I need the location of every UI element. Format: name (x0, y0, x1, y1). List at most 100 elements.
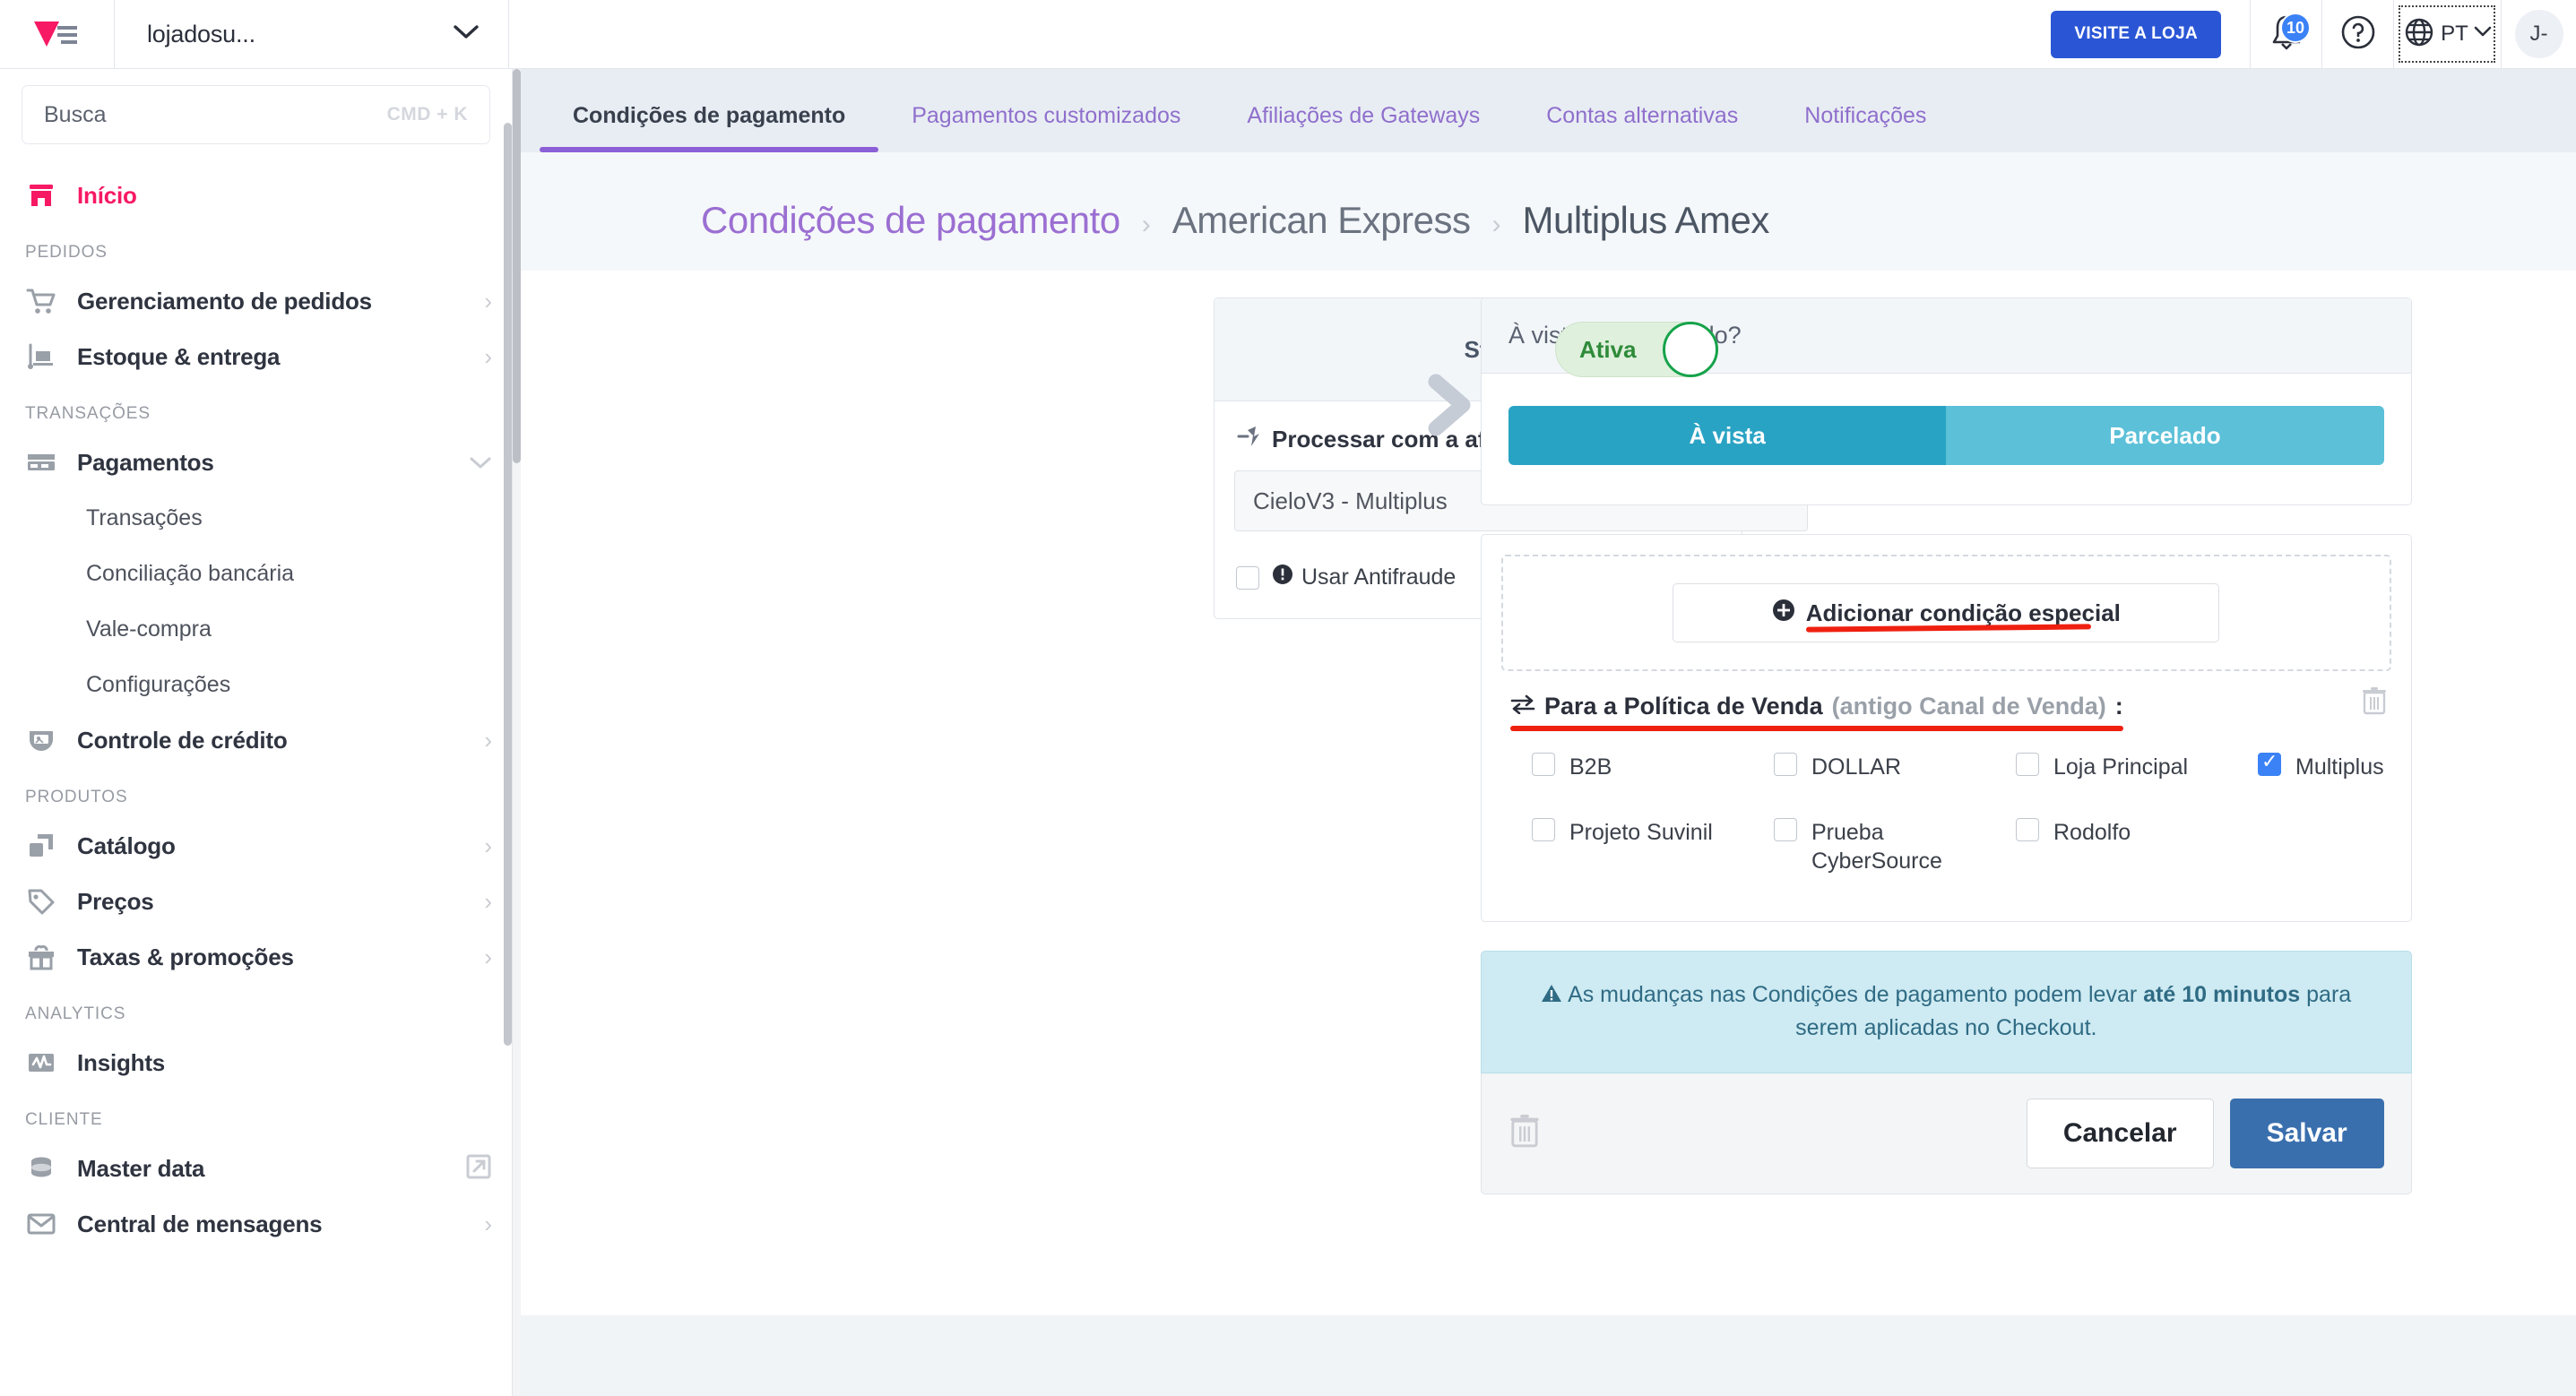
price-tag-icon (25, 885, 57, 918)
cancel-button[interactable]: Cancelar (2026, 1098, 2214, 1168)
save-button[interactable]: Salvar (2229, 1098, 2384, 1168)
avatar: J- (2514, 10, 2563, 58)
breadcrumb: Condições de pagamento › American Expres… (513, 152, 2576, 271)
add-special-condition-button[interactable]: Adicionar condição especial (1673, 583, 2220, 642)
help-button[interactable] (2321, 0, 2393, 68)
sidebar-item-label: Taxas & promoções (77, 943, 294, 970)
breadcrumb-root[interactable]: Condições de pagamento (701, 199, 1120, 242)
policy-checkbox[interactable] (1774, 817, 1797, 841)
search-input[interactable]: Busca CMD + K (22, 85, 490, 144)
sidebar-scrollbar-thumb[interactable] (504, 123, 512, 1046)
policy-delete-icon[interactable] (2361, 685, 2388, 720)
notification-count-badge: 10 (2280, 13, 2311, 43)
tab-notificacoes[interactable]: Notificações (1771, 103, 1959, 152)
sidebar-group-pedidos: PEDIDOS (25, 243, 108, 262)
alert-text-before: As mudanças nas Condições de pagamento p… (1568, 981, 2144, 1007)
content-scroll: Condições de pagamento › American Expres… (513, 152, 2576, 1315)
sidebar-item-central-de-mensagens[interactable]: Central de mensagens › (0, 1196, 512, 1252)
sidebar-subitem-vale-compra[interactable]: Vale-compra (0, 601, 512, 657)
external-link-icon[interactable] (465, 1153, 492, 1184)
policy-title: Para a Política de Venda (antigo Canal d… (1510, 693, 2123, 731)
policy-option-label: Rodolfo (2053, 819, 2131, 845)
special-condition-dashed-wrap: Adicionar condição especial (1482, 535, 2411, 671)
cart-icon (25, 285, 57, 317)
main-scrollbar[interactable] (513, 69, 521, 1396)
left-column: Status Ativa (513, 297, 1808, 619)
sidebar-item-estoque-entrega[interactable]: Estoque & entrega › (0, 329, 512, 384)
segment-a-vista[interactable]: À vista (1508, 406, 1947, 465)
arrow-column (1418, 297, 1481, 445)
brand-cell[interactable] (0, 0, 115, 68)
credit-shield-icon (25, 724, 57, 756)
chevron-right-icon: › (484, 832, 492, 859)
right-column: À vista ou parcelado? À vista Parcelado (1481, 297, 2576, 1194)
sidebar-item-inicio[interactable]: Início (0, 168, 512, 223)
sidebar-item-master-data[interactable]: Master data (0, 1141, 512, 1196)
antifraud-label-wrap: Usar Antifraude (1272, 564, 1456, 591)
policy-option-dollar: DOLLAR (1774, 753, 2016, 782)
sidebar-item-catalogo[interactable]: Catálogo › (0, 818, 512, 874)
visit-store-button[interactable]: VISITE A LOJA (2051, 10, 2221, 58)
sidebar-item-precos[interactable]: Preços › (0, 874, 512, 929)
envelope-icon (25, 1208, 57, 1240)
tab-pagamentos-customizados[interactable]: Pagamentos customizados (878, 103, 1214, 152)
chevron-right-icon (1418, 369, 1481, 445)
antifraud-checkbox[interactable] (1236, 565, 1259, 590)
policy-options-grid: B2B DOLLAR Loja Principal ✓ Multiplus Pr… (1508, 750, 2384, 876)
app-root: lojadosu... VISITE A LOJA 10 PT J- Busca… (0, 0, 2576, 1396)
plus-circle-icon (1772, 599, 1795, 628)
policy-checkbox[interactable] (1532, 753, 1555, 776)
policy-checkbox[interactable] (1532, 817, 1555, 841)
chevron-right-icon: › (484, 288, 492, 315)
policy-option-multiplus: Multiplus (2258, 750, 2384, 782)
chevron-down-icon (453, 24, 480, 45)
tab-bar: Condições de pagamento Pagamentos custom… (513, 69, 2576, 152)
sidebar-subitem-configuracoes[interactable]: Configurações (0, 657, 512, 712)
policy-checkbox[interactable] (2016, 817, 2039, 841)
footer-delete-icon[interactable] (1508, 1112, 1541, 1154)
account-menu[interactable]: J- (2501, 0, 2576, 68)
tab-contas-alternativas[interactable]: Contas alternativas (1513, 103, 1771, 152)
sidebar-subitem-transacoes[interactable]: Transações (0, 490, 512, 546)
policy-checkbox[interactable] (1774, 753, 1797, 776)
sidebar-item-label: Estoque & entrega (77, 342, 281, 370)
policy-section: Para a Política de Venda (antigo Canal d… (1482, 671, 2411, 921)
alert-and-footer: As mudanças nas Condições de pagamento p… (1481, 950, 2412, 1194)
sidebar-item-gerenciamento-de-pedidos[interactable]: Gerenciamento de pedidos › (0, 273, 512, 329)
sidebar-item-insights[interactable]: Insights (0, 1035, 512, 1090)
home-icon (25, 179, 57, 211)
status-toggle[interactable]: Ativa (1555, 322, 1718, 377)
policy-option-label: Multiplus (2295, 754, 2384, 780)
vtex-logo-icon (32, 19, 82, 49)
sidebar-item-controle-de-credito[interactable]: Controle de crédito › (0, 712, 512, 768)
special-condition-card: Adicionar condição especial Para a Polít… (1481, 534, 2412, 922)
policy-option-label: Loja Principal (2053, 754, 2189, 780)
sidebar-scrollbar[interactable] (504, 123, 512, 1396)
store-selector[interactable]: lojadosu... (115, 0, 509, 68)
segment-parcelado[interactable]: Parcelado (1946, 406, 2384, 465)
language-code: PT (2441, 22, 2468, 46)
sidebar-subitem-conciliacao-bancaria[interactable]: Conciliação bancária (0, 546, 512, 601)
sidebar-item-pagamentos[interactable]: Pagamentos (0, 435, 512, 490)
sidebar-group-transacoes: TRANSAÇÕES (25, 404, 151, 423)
sidebar-item-label: Preços (77, 887, 154, 915)
language-selector[interactable]: PT (2393, 0, 2501, 68)
main-scrollbar-thumb[interactable] (513, 69, 521, 463)
notifications-button[interactable]: 10 (2250, 0, 2321, 68)
sidebar-item-label: Controle de crédito (77, 726, 288, 754)
add-special-condition-label: Adicionar condição especial (1805, 599, 2121, 626)
policy-option-label: Projeto Suvinil (1569, 819, 1713, 845)
policy-checkbox[interactable] (2016, 753, 2039, 776)
globe-icon (2403, 16, 2435, 53)
tab-afiliacoes-de-gateways[interactable]: Afiliações de Gateways (1214, 103, 1513, 152)
status-toggle-knob (1663, 322, 1718, 377)
sidebar-item-taxas-promocoes[interactable]: Taxas & promoções › (0, 929, 512, 985)
alert-bold-text: até 10 minutos (2143, 981, 2301, 1007)
antifraud-label: Usar Antifraude (1301, 564, 1457, 590)
main-content: Condições de pagamento Pagamentos custom… (513, 69, 2576, 1396)
sidebar-item-label: Catálogo (77, 832, 176, 859)
policy-checkbox[interactable] (2258, 750, 2281, 776)
tab-condicoes-de-pagamento[interactable]: Condições de pagamento (540, 103, 879, 152)
breadcrumb-mid[interactable]: American Express (1172, 199, 1471, 242)
